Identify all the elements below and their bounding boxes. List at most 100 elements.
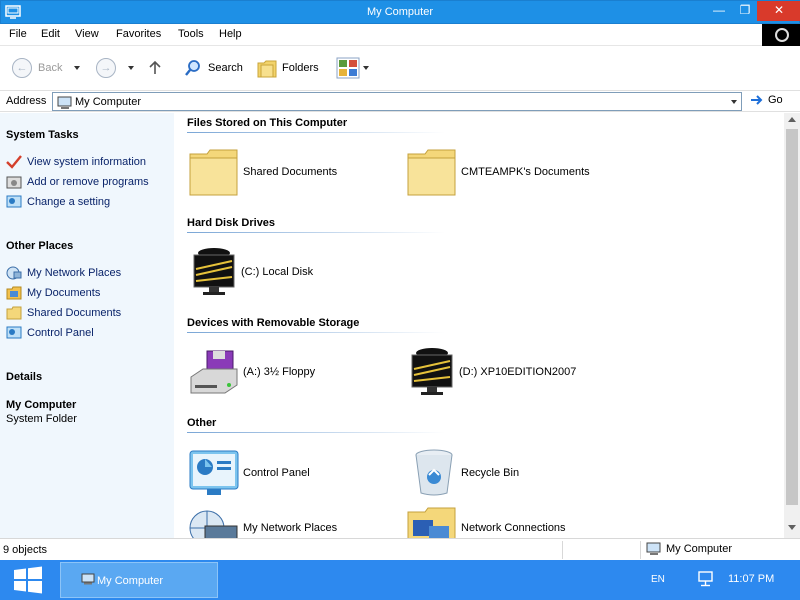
menu-bar: File Edit View Favorites Tools Help — [0, 24, 800, 46]
status-zone: My Computer — [646, 542, 732, 556]
folders-label: Folders — [282, 62, 319, 74]
item-label: (A:) 3½ Floppy — [243, 366, 316, 378]
address-bar: Address My Computer Go — [0, 90, 800, 112]
up-button[interactable] — [148, 58, 162, 78]
address-input[interactable]: My Computer — [52, 92, 742, 111]
group-divider — [187, 132, 445, 133]
go-arrow-icon — [751, 95, 763, 105]
object-count: 9 objects — [3, 544, 48, 556]
views-button[interactable] — [336, 57, 369, 79]
search-icon — [185, 60, 200, 76]
cd-drive-d-item[interactable]: (D:) XP10EDITION2007 — [409, 347, 576, 397]
floppy-drive-icon — [190, 350, 238, 394]
my-documents-label: My Documents — [27, 287, 101, 299]
group-header-removable-storage: Devices with Removable Storage — [187, 317, 360, 329]
my-computer-icon — [81, 573, 95, 585]
search-label: Search — [208, 62, 243, 74]
network-connections-icon — [407, 507, 456, 538]
group-divider — [187, 232, 445, 233]
window-title: My Computer — [366, 6, 434, 18]
vertical-scrollbar[interactable] — [784, 113, 800, 538]
forward-arrow-icon: → — [96, 58, 116, 78]
add-remove-programs-label: Add or remove programs — [27, 176, 149, 188]
minimize-button[interactable]: — — [705, 1, 733, 21]
folders-button[interactable]: Folders — [256, 58, 319, 78]
windows-throbber-logo — [762, 24, 800, 46]
views-dropdown-icon — [363, 66, 369, 70]
details-name: My Computer — [6, 399, 77, 411]
menu-tools[interactable]: Tools — [178, 28, 204, 40]
drive-monitor-icon — [411, 348, 453, 395]
task-panel: System Tasks View system information Add… — [0, 113, 174, 538]
up-arrow-icon — [149, 60, 161, 74]
control-panel-link[interactable]: Control Panel — [6, 326, 94, 340]
add-remove-programs-icon — [6, 176, 22, 189]
drive-monitor-icon — [193, 248, 235, 295]
control-panel-label: Control Panel — [27, 327, 94, 339]
address-dropdown-icon[interactable] — [731, 100, 737, 104]
my-network-places-item[interactable]: My Network Places — [189, 506, 337, 538]
group-header-other: Other — [187, 417, 217, 429]
item-label: (D:) XP10EDITION2007 — [459, 366, 577, 378]
shared-documents-item[interactable]: Shared Documents — [189, 148, 337, 196]
taskbar-button-label: My Computer — [97, 575, 164, 587]
folder-icon — [189, 149, 238, 196]
system-clock[interactable]: 11:07 PM — [728, 573, 774, 585]
user-documents-item[interactable]: CMTEAMPK's Documents — [407, 148, 590, 196]
scroll-thumb[interactable] — [786, 129, 798, 505]
my-network-places-link[interactable]: My Network Places — [6, 266, 121, 280]
add-remove-programs-link[interactable]: Add or remove programs — [6, 175, 149, 189]
menu-file[interactable]: File — [9, 28, 27, 40]
menu-view[interactable]: View — [75, 28, 99, 40]
network-tray-icon[interactable] — [697, 571, 715, 587]
status-divider — [640, 541, 641, 559]
go-button[interactable]: Go — [750, 94, 783, 106]
change-setting-link[interactable]: Change a setting — [6, 195, 110, 209]
language-indicator[interactable]: EN — [651, 574, 665, 585]
back-arrow-icon: ← — [12, 58, 32, 78]
status-divider — [562, 541, 563, 559]
menu-edit[interactable]: Edit — [41, 28, 60, 40]
address-value: My Computer — [75, 96, 142, 108]
change-setting-label: Change a setting — [27, 196, 111, 208]
taskbar-my-computer-button[interactable]: My Computer — [60, 562, 218, 598]
floppy-a-item[interactable]: (A:) 3½ Floppy — [189, 347, 315, 397]
control-panel-icon — [189, 450, 239, 495]
shared-documents-link[interactable]: Shared Documents — [6, 306, 121, 320]
forward-button[interactable]: → — [96, 58, 134, 78]
details-header[interactable]: Details — [6, 371, 42, 383]
item-label: My Network Places — [243, 522, 338, 534]
my-documents-link[interactable]: My Documents — [6, 286, 100, 300]
recycle-bin-item[interactable]: Recycle Bin — [411, 449, 519, 497]
control-panel-item[interactable]: Control Panel — [189, 449, 310, 497]
back-button[interactable]: ← Back — [12, 58, 81, 78]
folder-icon — [407, 149, 456, 196]
system-tasks-header[interactable]: System Tasks — [6, 129, 79, 141]
local-disk-c-item[interactable]: (C:) Local Disk — [191, 247, 313, 297]
item-label: Recycle Bin — [461, 467, 520, 479]
start-windows-icon[interactable] — [12, 566, 44, 594]
group-divider — [187, 332, 445, 333]
back-dropdown-icon[interactable] — [74, 66, 81, 70]
folder-icon — [6, 306, 22, 320]
network-connections-item[interactable]: Network Connections — [407, 506, 566, 538]
network-places-icon — [189, 510, 238, 538]
group-header-files-stored: Files Stored on This Computer — [187, 117, 348, 129]
scroll-down-arrow-icon[interactable] — [788, 525, 796, 530]
view-system-information-link[interactable]: View system information — [6, 155, 146, 169]
recycle-bin-icon — [415, 449, 453, 496]
search-button[interactable]: Search — [184, 58, 243, 78]
views-icon — [336, 57, 360, 79]
menu-help[interactable]: Help — [219, 28, 242, 40]
item-label: (C:) Local Disk — [241, 266, 314, 278]
maximize-button[interactable]: ❐ — [731, 1, 759, 21]
close-button[interactable]: ✕ — [757, 1, 800, 21]
menu-favorites[interactable]: Favorites — [116, 28, 161, 40]
details-type: System Folder — [6, 413, 77, 425]
view-system-information-label: View system information — [27, 156, 147, 168]
control-panel-small-icon — [6, 195, 22, 208]
shared-documents-label: Shared Documents — [27, 307, 122, 319]
scroll-up-arrow-icon[interactable] — [788, 117, 796, 122]
other-places-header[interactable]: Other Places — [6, 240, 73, 252]
forward-dropdown-icon[interactable] — [128, 66, 134, 70]
